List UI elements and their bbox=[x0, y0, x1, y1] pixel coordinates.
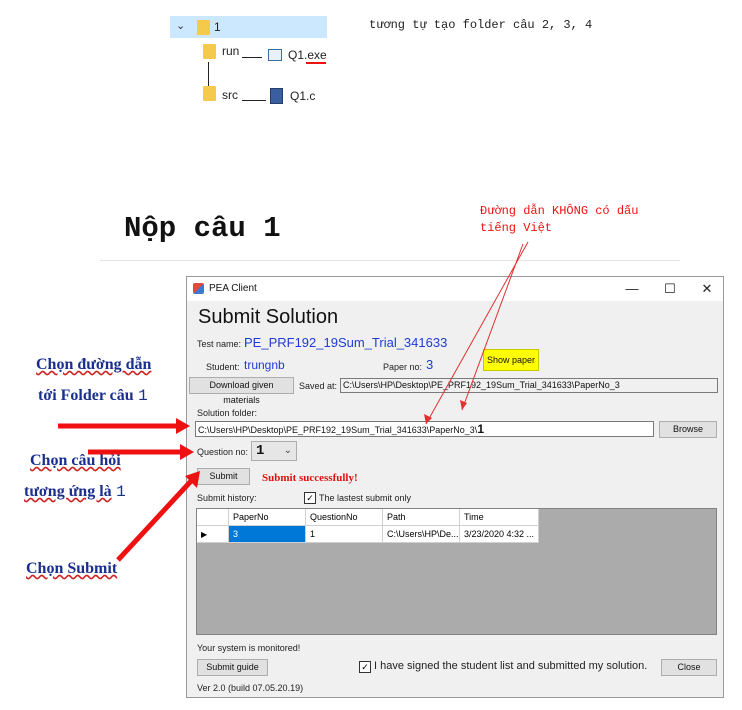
annotation-arrows bbox=[58, 241, 529, 562]
arrow-head bbox=[180, 444, 194, 460]
arrow-to-submit bbox=[116, 478, 194, 562]
path-note-pointer bbox=[425, 241, 529, 425]
pointer-head bbox=[460, 400, 467, 410]
path-note-pointer bbox=[461, 243, 524, 411]
arrow-head bbox=[176, 418, 190, 434]
